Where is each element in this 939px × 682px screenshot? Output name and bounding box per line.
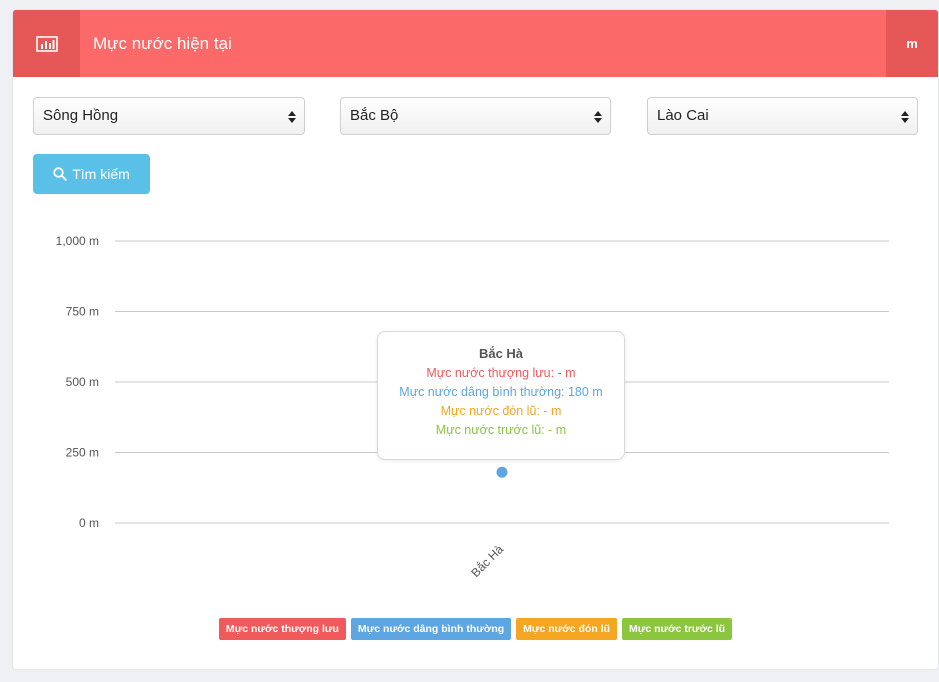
water-level-panel: Mực nước hiện tại m Sông Hồng Bắc Bộ Lào…	[13, 10, 938, 669]
legend-item-flood-alert[interactable]: Mực nước đón lũ	[516, 618, 617, 640]
chart-legend: Mực nước thượng lưu Mực nước dâng bình t…	[13, 618, 938, 640]
chart-tooltip: Bắc Hà Mực nước thượng lưu: - m Mực nước…	[377, 331, 625, 460]
tooltip-line-upstream: Mực nước thượng lưu: - m	[426, 366, 576, 380]
legend-item-normal[interactable]: Mực nước dâng bình thường	[350, 618, 512, 640]
y-tick-label: 0 m	[79, 516, 99, 530]
legend-item-pre-flood[interactable]: Mực nước trước lũ	[622, 618, 733, 640]
y-tick-label: 250 m	[66, 446, 99, 460]
y-tick-label: 1,000 m	[56, 234, 99, 248]
tooltip-line-flood-alert: Mực nước đón lũ: - m	[440, 404, 562, 418]
tooltip-title: Bắc Hà	[478, 346, 524, 361]
data-point[interactable]	[496, 466, 508, 478]
x-tick-label: Bắc Hà	[468, 541, 507, 580]
tooltip-line-normal: Mực nước dâng bình thường: 180 m	[399, 385, 603, 399]
y-tick-label: 750 m	[66, 305, 99, 319]
y-tick-label: 500 m	[66, 375, 99, 389]
legend-item-upstream[interactable]: Mực nước thượng lưu	[218, 618, 346, 640]
tooltip-line-pre-flood: Mực nước trước lũ: - m	[435, 423, 567, 437]
